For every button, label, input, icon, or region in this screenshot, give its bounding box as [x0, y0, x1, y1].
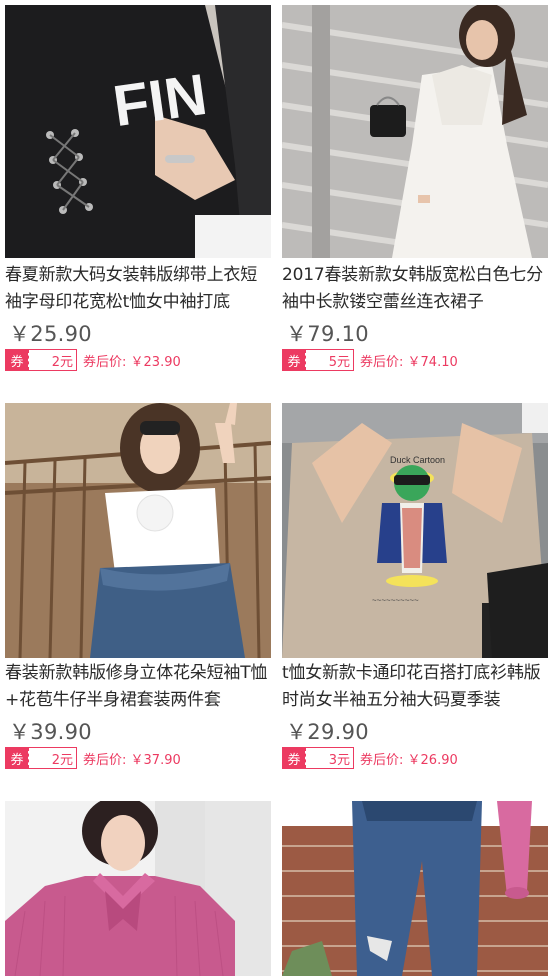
- product-image[interactable]: [5, 403, 271, 658]
- product-card[interactable]: [282, 796, 548, 976]
- product-card[interactable]: Duck Cartoon ~~~~~~~~~~ t恤女新款卡通印花百搭打底衫韩版…: [282, 398, 548, 796]
- coupon-label: 券: [283, 748, 305, 768]
- product-title[interactable]: 春装新款韩版修身立体花朵短袖T恤+花苞牛仔半身裙套装两件套: [5, 660, 271, 714]
- svg-text:~~~~~~~~~~: ~~~~~~~~~~: [372, 596, 419, 605]
- product-card[interactable]: 春装新款韩版修身立体花朵短袖T恤+花苞牛仔半身裙套装两件套 ￥39.90 券 2…: [5, 398, 271, 796]
- coupon-label: 券: [283, 350, 305, 370]
- product-image[interactable]: [5, 801, 271, 976]
- product-image[interactable]: [282, 801, 548, 976]
- coupon-badge[interactable]: 券 2元: [5, 747, 77, 769]
- coupon-value: 2元: [28, 748, 76, 768]
- coupon-badge[interactable]: 券 5元: [282, 349, 354, 371]
- product-title[interactable]: 2017春装新款女韩版宽松白色七分袖中长款镂空蕾丝连衣裙子: [282, 262, 548, 316]
- coupon-value: 2元: [28, 350, 76, 370]
- coupon-value: 5元: [305, 350, 353, 370]
- coupon-row: 券 2元 券后价: ￥37.90: [5, 747, 181, 769]
- coupon-value: 3元: [305, 748, 353, 768]
- product-card[interactable]: FIN 春夏新款大码女装韩版绑带上衣短袖字母印花宽松t恤女中袖打底 ￥25.90…: [5, 0, 271, 398]
- product-title[interactable]: 春夏新款大码女装韩版绑带上衣短袖字母印花宽松t恤女中袖打底: [5, 262, 271, 316]
- coupon-label: 券: [6, 350, 28, 370]
- product-price: ￥25.90: [9, 322, 92, 346]
- product-card[interactable]: [5, 796, 271, 976]
- after-coupon-price: 券后价: ￥37.90: [83, 752, 181, 768]
- coupon-badge[interactable]: 券 2元: [5, 349, 77, 371]
- coupon-label: 券: [6, 748, 28, 768]
- product-image[interactable]: FIN: [5, 5, 271, 258]
- product-price: ￥39.90: [9, 720, 92, 744]
- svg-text:FIN: FIN: [109, 62, 211, 139]
- product-price: ￥29.90: [286, 720, 369, 744]
- coupon-row: 券 3元 券后价: ￥26.90: [282, 747, 458, 769]
- product-price: ￥79.10: [286, 322, 369, 346]
- coupon-row: 券 5元 券后价: ￥74.10: [282, 349, 458, 371]
- product-card[interactable]: 2017春装新款女韩版宽松白色七分袖中长款镂空蕾丝连衣裙子 ￥79.10 券 5…: [282, 0, 548, 398]
- product-image[interactable]: [282, 5, 548, 258]
- after-coupon-price: 券后价: ￥23.90: [83, 354, 181, 370]
- coupon-badge[interactable]: 券 3元: [282, 747, 354, 769]
- after-coupon-price: 券后价: ￥74.10: [360, 354, 458, 370]
- coupon-row: 券 2元 券后价: ￥23.90: [5, 349, 181, 371]
- product-title[interactable]: t恤女新款卡通印花百搭打底衫韩版时尚女半袖五分袖大码夏季装: [282, 660, 548, 714]
- svg-text:Duck Cartoon: Duck Cartoon: [390, 455, 445, 465]
- product-image[interactable]: Duck Cartoon ~~~~~~~~~~: [282, 403, 548, 658]
- after-coupon-price: 券后价: ￥26.90: [360, 752, 458, 768]
- product-grid: FIN 春夏新款大码女装韩版绑带上衣短袖字母印花宽松t恤女中袖打底 ￥25.90…: [0, 0, 553, 976]
